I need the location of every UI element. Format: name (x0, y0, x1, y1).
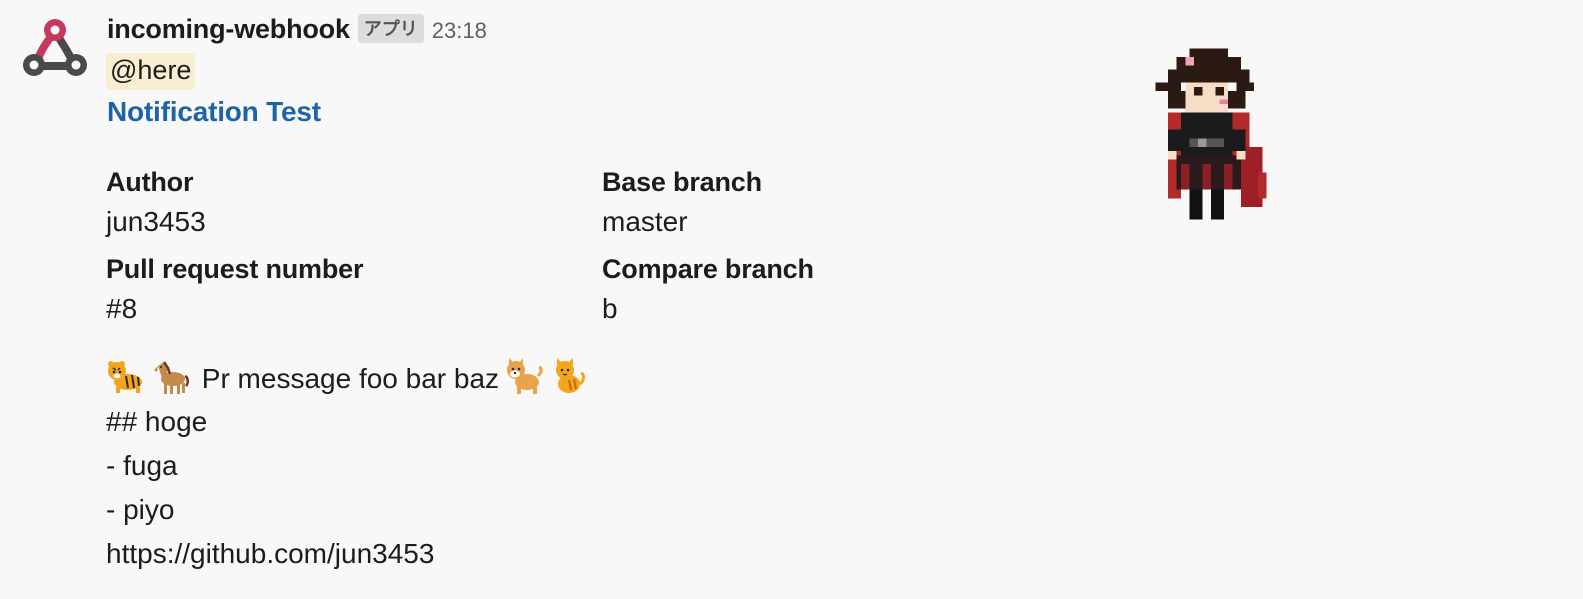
field-author: Author jun3453 (106, 164, 586, 244)
attachment-body: Pr message foo bar baz ## hoge - fuga - … (106, 356, 591, 576)
field-label: Author (106, 167, 194, 197)
webhook-icon[interactable] (20, 14, 90, 80)
here-mention[interactable]: @here (106, 53, 196, 90)
field-pull-request-number: Pull request number #8 (106, 251, 586, 331)
message-header: incoming-webhook アプリ 23:18 (107, 12, 487, 46)
field-base-branch: Base branch master (602, 164, 1082, 244)
dog-icon (507, 358, 543, 394)
timestamp[interactable]: 23:18 (432, 18, 487, 44)
body-line-url[interactable]: https://github.com/jun3453 (106, 532, 591, 576)
horse-icon (154, 361, 189, 394)
field-value: b (602, 293, 618, 324)
body-first-line-text: Pr message foo bar baz (201, 363, 500, 394)
sender-name[interactable]: incoming-webhook (107, 14, 350, 45)
attachment-title-link[interactable]: Notification Test (107, 96, 321, 128)
tiger-icon (108, 361, 142, 393)
body-line: ## hoge (106, 406, 208, 437)
body-first-line: Pr message foo bar baz (106, 356, 591, 400)
body-line: - fuga (106, 450, 178, 481)
field-value: #8 (106, 293, 138, 324)
field-label: Pull request number (106, 254, 364, 284)
field-value: master (602, 206, 688, 237)
field-label: Base branch (602, 167, 762, 197)
cat-icon (556, 358, 586, 393)
slack-message: incoming-webhook アプリ 23:18 @here Notific… (0, 0, 1583, 599)
body-line: - piyo (106, 494, 175, 525)
field-label: Compare branch (602, 254, 814, 284)
app-badge: アプリ (357, 13, 424, 43)
pixel-art-character-icon[interactable] (1150, 44, 1272, 224)
field-value: jun3453 (106, 206, 206, 237)
field-compare-branch: Compare branch b (602, 251, 1082, 331)
